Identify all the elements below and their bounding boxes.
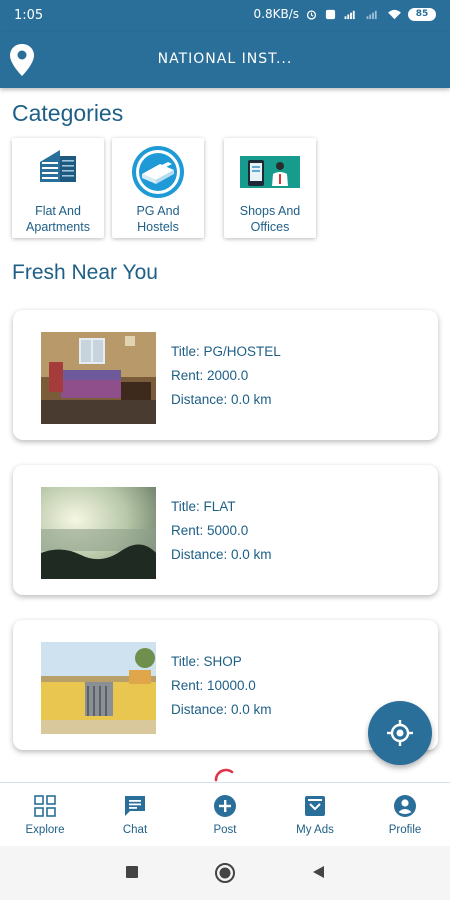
chat-icon: [125, 796, 145, 816]
battery-indicator: 85: [408, 7, 436, 21]
bed-icon: [132, 146, 184, 198]
listing-card[interactable]: Title: PG/HOSTEL Rent: 2000.0 Distance: …: [13, 310, 438, 440]
listing-rent: Rent: 2000.0: [171, 368, 249, 383]
listing-info: Title: SHOP Rent: 10000.0 Distance: 0.0 …: [171, 650, 272, 722]
nav-profile[interactable]: Profile: [360, 783, 450, 846]
listing-distance: Distance: 0.0 km: [171, 702, 272, 717]
category-shops-offices[interactable]: Shops And Offices: [224, 138, 316, 238]
nav-explore[interactable]: Explore: [0, 783, 90, 846]
nav-label: Explore: [25, 824, 65, 836]
home-icon[interactable]: [214, 862, 236, 884]
fresh-near-you-heading: Fresh Near You: [12, 261, 158, 284]
signal-icon: [344, 10, 355, 19]
notification-icon: [325, 9, 336, 19]
alarm-icon: [306, 9, 317, 20]
category-label: Shops And Offices: [239, 204, 301, 234]
status-bar: 1:05 0.8KB/s 85: [0, 0, 450, 32]
category-label: PG And Hostels: [136, 204, 180, 234]
category-flat-apartments[interactable]: Flat And Apartments: [12, 138, 104, 238]
network-speed: 0.8KB/s: [253, 7, 299, 21]
status-icons: 0.8KB/s 85: [254, 7, 436, 21]
recents-icon[interactable]: [124, 864, 140, 880]
category-label: Flat And Apartments: [26, 204, 90, 234]
listing-distance: Distance: 0.0 km: [171, 547, 272, 562]
grid-icon: [34, 795, 56, 817]
wifi-icon: [388, 9, 401, 19]
nav-post[interactable]: Post: [180, 783, 270, 846]
app-bar-title[interactable]: NATIONAL INST...: [0, 51, 450, 67]
listing-photo: [41, 642, 156, 734]
crosshair-icon: [387, 720, 413, 746]
listing-info: Title: FLAT Rent: 5000.0 Distance: 0.0 k…: [171, 495, 272, 567]
nav-chat[interactable]: Chat: [90, 783, 180, 846]
listing-distance: Distance: 0.0 km: [171, 392, 272, 407]
nav-label: Chat: [122, 824, 148, 836]
listing-photo: [41, 487, 156, 579]
listing-rent: Rent: 5000.0: [171, 523, 249, 538]
status-time: 1:05: [14, 8, 44, 23]
app-bar: NATIONAL INST...: [0, 32, 450, 88]
system-navigation-bar: [0, 846, 450, 900]
add-circle-icon: [214, 795, 236, 817]
listing-rent: Rent: 10000.0: [171, 678, 256, 693]
listing-title: Title: SHOP: [171, 654, 242, 669]
account-icon: [394, 795, 416, 817]
listing-photo: [41, 332, 156, 424]
nav-label: Post: [213, 824, 237, 836]
building-icon: [40, 150, 76, 182]
nav-label: Profile: [388, 824, 422, 836]
listing-card[interactable]: Title: FLAT Rent: 5000.0 Distance: 0.0 k…: [13, 465, 438, 595]
nav-my-ads[interactable]: My Ads: [270, 783, 360, 846]
my-location-button[interactable]: [368, 701, 432, 765]
category-pg-hostels[interactable]: PG And Hostels: [112, 138, 204, 238]
bottom-navigation: Explore Chat Post My Ads Profile: [0, 782, 450, 846]
listing-info: Title: PG/HOSTEL Rent: 2000.0 Distance: …: [171, 340, 281, 412]
inbox-icon: [305, 796, 325, 816]
nav-label: My Ads: [296, 824, 334, 836]
signal-2-icon: [366, 10, 377, 19]
shop-icon: [240, 156, 300, 188]
listing-title: Title: FLAT: [171, 499, 236, 514]
listing-title: Title: PG/HOSTEL: [171, 344, 281, 359]
back-icon[interactable]: [310, 864, 326, 880]
categories-heading: Categories: [12, 100, 124, 126]
